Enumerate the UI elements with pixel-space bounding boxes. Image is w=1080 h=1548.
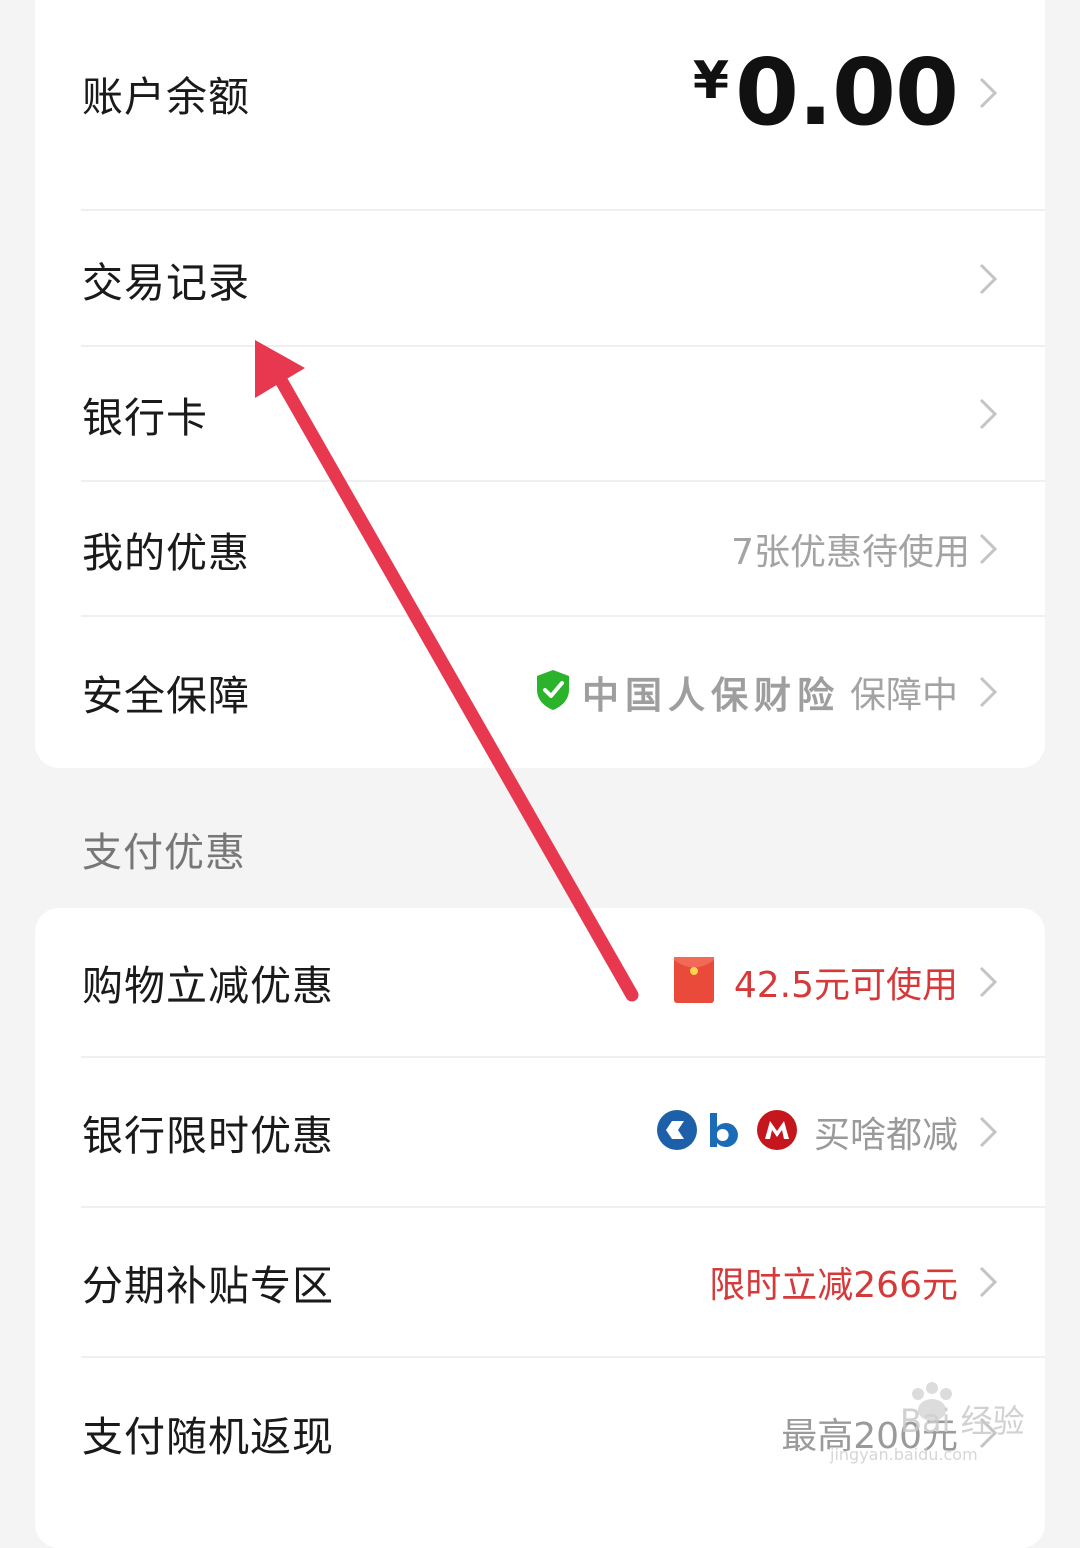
installment-row[interactable]: 分期补贴专区 限时立减266元 (35, 1208, 1045, 1356)
transactions-label: 交易记录 (82, 258, 250, 307)
baidu-watermark-icon: Bai 经验 jingyan.baidu.com (829, 1382, 1025, 1464)
chevron-right-icon (973, 529, 1003, 569)
shopping-discount-row[interactable]: 购物立减优惠 42.5元可使用 (35, 908, 1045, 1056)
installment-value: 限时立减266元 (709, 1265, 958, 1306)
shopping-discount-value: 42.5元可使用 (733, 965, 958, 1006)
bank-card-row[interactable]: 银行卡 (35, 347, 1045, 481)
chevron-right-icon (973, 73, 1003, 113)
shopping-discount-label: 购物立减优惠 (82, 962, 334, 1010)
my-coupons-label: 我的优惠 (82, 529, 250, 577)
watermark-brand: Bai 经验 (900, 1402, 1025, 1440)
my-coupons-row[interactable]: 我的优惠 7张优惠待使用 (35, 482, 1045, 616)
bank-limited-value-wrap: 买啥都减 (656, 1106, 958, 1158)
bank-logo-icon (656, 1109, 698, 1155)
balance-row[interactable]: 账户余额 ¥ 0.00 (35, 0, 1045, 186)
security-label: 安全保障 (82, 672, 250, 720)
shopping-discount-value-wrap: 42.5元可使用 (673, 956, 958, 1008)
security-insurer: 中国人保财险 (581, 674, 840, 717)
bank-limited-value: 买啥都减 (813, 1115, 958, 1156)
bank-logo-icon (708, 1109, 746, 1155)
shield-check-icon (534, 668, 572, 716)
chevron-right-icon (973, 259, 1003, 299)
transactions-row[interactable]: 交易记录 (35, 211, 1045, 346)
chevron-right-icon (973, 394, 1003, 434)
chevron-right-icon (973, 672, 1003, 712)
balance-amount: 0.00 (735, 39, 959, 146)
bank-limited-row[interactable]: 银行限时优惠 买啥都减 (35, 1058, 1045, 1206)
balance-label: 账户余额 (82, 73, 250, 121)
security-value: 中国人保财险 保障中 (534, 665, 958, 719)
my-coupons-value-wrap: 7张优惠待使用 (731, 523, 970, 575)
security-row[interactable]: 安全保障 中国人保财险 保障中 (35, 617, 1045, 767)
chevron-right-icon (973, 1112, 1003, 1152)
installment-value-wrap: 限时立减266元 (709, 1256, 958, 1308)
currency-symbol: ¥ (692, 51, 729, 111)
security-status: 保障中 (849, 675, 958, 716)
my-coupons-value: 7张优惠待使用 (731, 532, 970, 573)
cashback-label: 支付随机返现 (82, 1413, 334, 1461)
red-envelope-icon (673, 957, 714, 1007)
chevron-right-icon (973, 1262, 1003, 1302)
bank-limited-label: 银行限时优惠 (82, 1112, 334, 1160)
installment-label: 分期补贴专区 (82, 1262, 334, 1310)
bank-card-label: 银行卡 (82, 394, 208, 442)
watermark-url: jingyan.baidu.com (829, 1445, 978, 1464)
bank-logo-icon (756, 1109, 798, 1155)
chevron-right-icon (973, 962, 1003, 1002)
account-card: 账户余额 ¥ 0.00 交易记录 银行卡 我的优惠 7张优惠待使用 安全保障 中… (35, 0, 1045, 768)
balance-value: ¥ 0.00 (692, 39, 959, 146)
section-title-payment-discounts: 支付优惠 (82, 830, 246, 876)
